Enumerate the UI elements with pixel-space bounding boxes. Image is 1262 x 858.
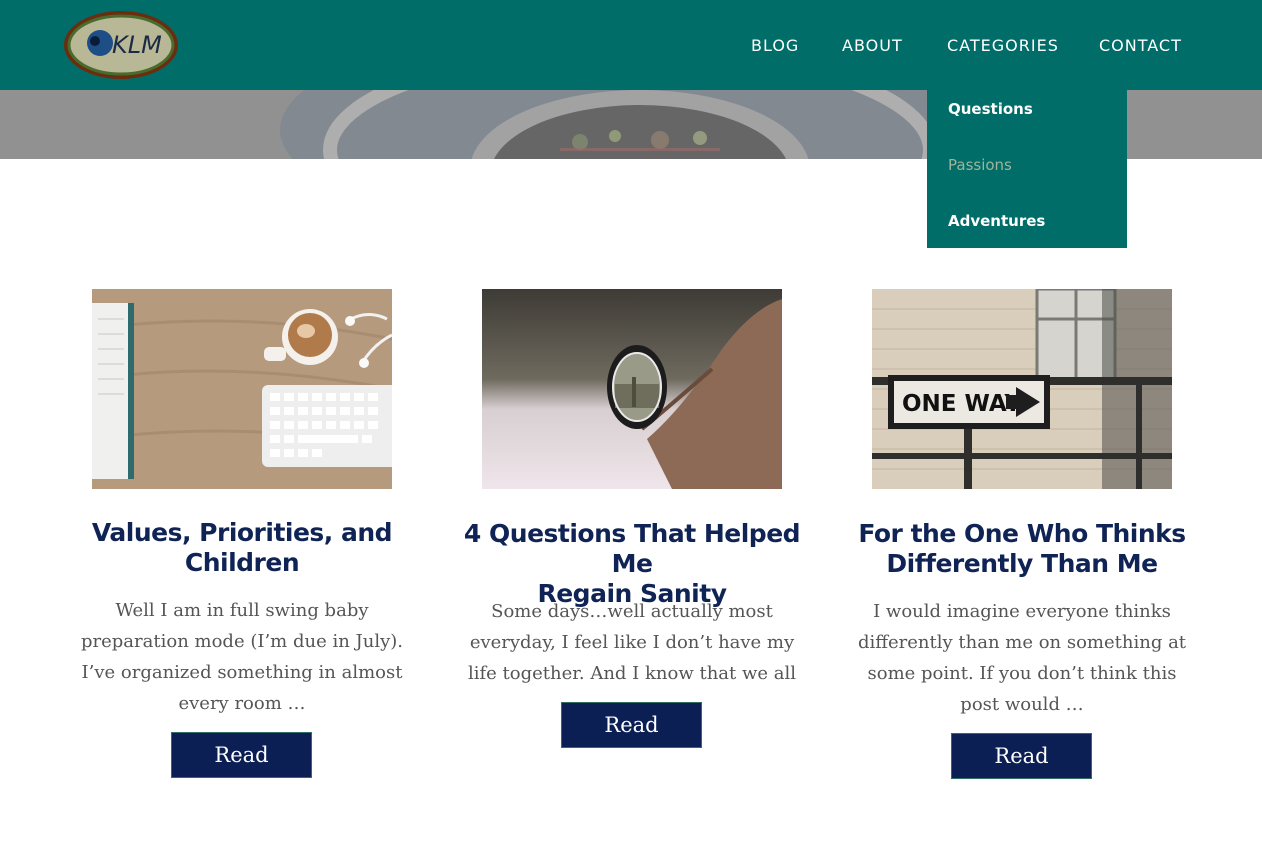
excerpt-line: preparation mode (I’m due in July). xyxy=(81,631,403,652)
nav-contact[interactable]: CONTACT xyxy=(1099,36,1182,55)
post-thumbnail-desk[interactable] xyxy=(92,289,392,489)
categories-dropdown: Questions Passions Adventures xyxy=(927,90,1127,248)
post-thumbnail-one-way-sign[interactable]: ONE WAY xyxy=(872,289,1172,489)
menu-item-questions[interactable]: Questions xyxy=(948,100,1033,118)
read-more-button[interactable]: Read More xyxy=(171,732,312,811)
post-title-line: 4 Questions That Helped Me xyxy=(463,519,801,578)
site-logo[interactable]: KLM xyxy=(62,10,180,80)
nav-blog[interactable]: BLOG xyxy=(751,36,799,55)
excerpt-line: differently than me on something at xyxy=(857,632,1187,653)
read-more-button[interactable]: Read More xyxy=(561,702,702,781)
post-excerpt: Well I am in full swing baby preparation… xyxy=(67,595,417,719)
nav-categories[interactable]: CATEGORIES xyxy=(947,36,1059,55)
post-title[interactable]: Values, Priorities, and Children xyxy=(67,518,417,578)
excerpt-line: everyday, I feel like I don’t have my xyxy=(469,632,795,653)
menu-item-passions[interactable]: Passions xyxy=(948,156,1012,174)
excerpt-line: every room … xyxy=(178,693,306,714)
excerpt-line: Some days…well actually most xyxy=(491,601,773,622)
post-title[interactable]: For the One Who Thinks Differently Than … xyxy=(847,519,1197,579)
site-header: KLM BLOG ABOUT CATEGORIES CONTACT xyxy=(0,0,1262,90)
post-excerpt: I would imagine everyone thinks differen… xyxy=(847,596,1197,720)
post-title-line: Differently Than Me xyxy=(886,549,1158,578)
nav-about[interactable]: ABOUT xyxy=(842,36,903,55)
post-thumbnail-lens[interactable] xyxy=(482,289,782,489)
excerpt-line: Well I am in full swing baby xyxy=(115,600,369,621)
excerpt-line: some point. If you don’t think this xyxy=(867,663,1177,684)
menu-item-adventures[interactable]: Adventures xyxy=(948,212,1045,230)
excerpt-line: I’ve organized something in almost xyxy=(81,662,403,683)
svg-text:ONE WAY: ONE WAY xyxy=(902,391,1021,417)
post-title-line: Values, Priorities, and xyxy=(91,518,393,547)
read-more-button[interactable]: Read More xyxy=(951,733,1092,812)
excerpt-line: I would imagine everyone thinks xyxy=(873,601,1171,622)
excerpt-line: post would … xyxy=(960,694,1084,715)
post-title-line: For the One Who Thinks xyxy=(858,519,1186,548)
post-title-line: Children xyxy=(184,548,300,577)
svg-text:KLM: KLM xyxy=(112,31,162,59)
